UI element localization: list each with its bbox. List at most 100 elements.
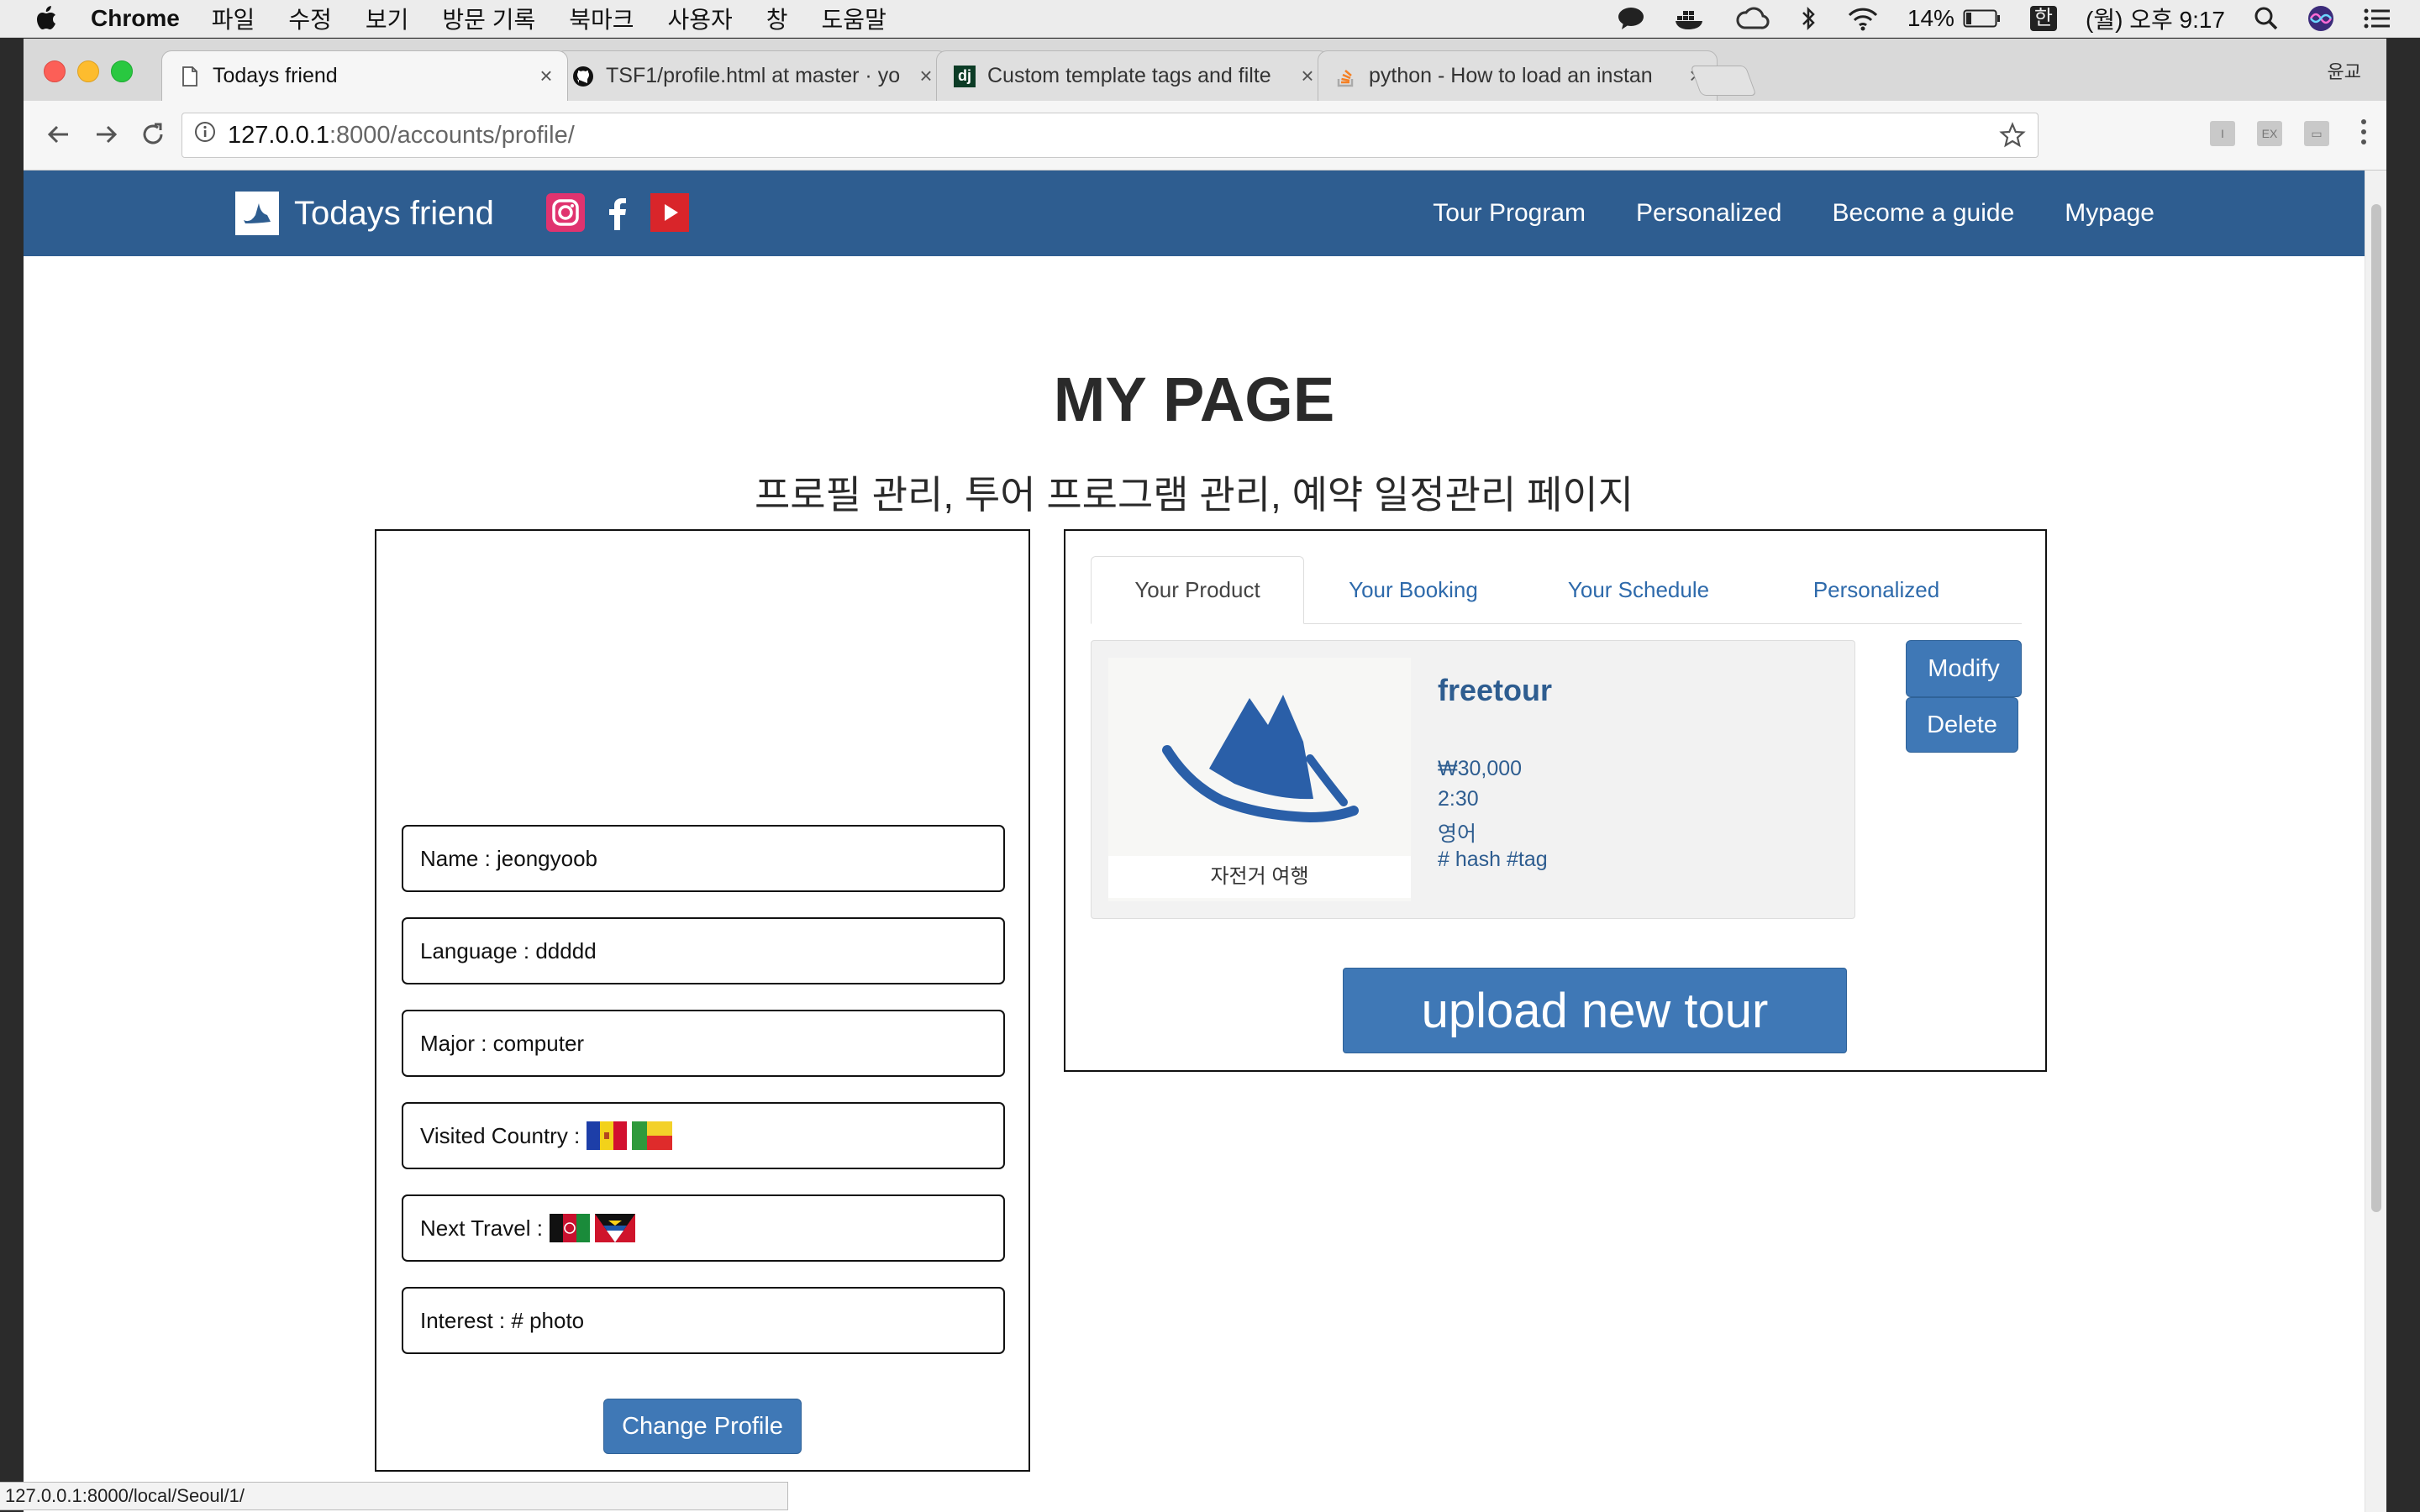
profile-next-travel-field: Next Travel : [402,1194,1005,1262]
tab-close-icon[interactable]: × [1295,63,1320,89]
macos-menubar: Chrome 파일 수정 보기 방문 기록 북마크 사용자 창 도움말 14% … [0,0,2420,38]
battery-percent[interactable]: 14% [1907,5,1954,32]
delete-button[interactable]: Delete [1906,697,2018,753]
page-scrollbar[interactable] [2365,171,2386,1512]
menu-file[interactable]: 파일 [212,2,255,35]
hat-sketch-icon [1162,695,1359,823]
page-viewport: Todays friend Tour Program Personalized … [24,171,2365,1512]
notification-center-icon[interactable] [2363,7,2391,30]
nav-personalized[interactable]: Personalized [1636,199,1781,228]
app-name-menu[interactable]: Chrome [91,5,180,32]
browser-tab-github[interactable]: TSF1/profile.html at master · yo × [555,50,948,101]
window-maximize-button[interactable] [111,60,133,82]
browser-window: Todays friend × TSF1/profile.html at mas… [24,39,2386,1512]
input-method-indicator[interactable]: 한 [2029,6,2058,31]
back-arrow-icon[interactable] [42,118,76,151]
youtube-icon[interactable] [650,193,689,232]
creative-cloud-icon[interactable] [1736,6,1770,31]
menu-edit[interactable]: 수정 [288,2,332,35]
github-icon [572,66,594,87]
upload-new-tour-button[interactable]: upload new tour [1343,968,1847,1053]
link-status-bar: 127.0.0.1:8000/local/Seoul/1/ [0,1482,788,1510]
profile-interest-text: Interest : # photo [420,1307,585,1333]
nav-become-a-guide[interactable]: Become a guide [1832,199,2014,228]
extension-icon[interactable]: EX [2257,121,2282,146]
siri-icon[interactable] [2307,5,2334,32]
afghanistan-flag [549,1214,590,1242]
django-icon: dj [954,65,976,87]
profile-interest-field: Interest : # photo [402,1287,1005,1354]
nav-tour-program[interactable]: Tour Program [1433,199,1586,228]
site-nav-links: Tour Program Personalized Become a guide… [1382,171,2154,256]
browser-tab-todays-friend[interactable]: Todays friend × [161,50,568,101]
new-tab-button[interactable] [1690,66,1757,96]
site-brand[interactable]: Todays friend [235,192,494,235]
product-tags: # hash #tag [1438,848,1548,871]
tab-title: python - How to load an instan [1369,64,1653,87]
wifi-icon[interactable] [1847,6,1879,31]
modify-button[interactable]: Modify [1906,640,2022,697]
tab-personalized[interactable]: Personalized [1754,556,1998,623]
profile-name-text: Name : jeongyoob [420,845,598,871]
instagram-icon[interactable] [546,193,585,232]
address-bar[interactable]: 127.0.0.1:8000/accounts/profile/ [182,113,2039,158]
window-close-button[interactable] [44,60,66,82]
menu-people[interactable]: 사용자 [668,2,733,35]
visited-country-label: Visited Country : [420,1122,581,1148]
product-title[interactable]: freetour [1438,673,1552,708]
menu-window[interactable]: 창 [766,2,788,35]
tab-strip: Todays friend × TSF1/profile.html at mas… [24,39,2386,101]
url-host: 127.0.0.1 [228,121,329,149]
facebook-icon[interactable] [598,193,637,232]
apple-icon[interactable] [34,4,62,33]
tab-your-booking[interactable]: Your Booking [1304,556,1523,623]
browser-tab-django[interactable]: dj Custom template tags and filte × [936,50,1329,101]
spotlight-search-icon[interactable] [2254,6,2279,31]
profile-panel: Name : jeongyoob Language : ddddd Major … [375,529,1030,1472]
tab-title: TSF1/profile.html at master · yo [606,64,901,87]
profile-name-field: Name : jeongyoob [402,825,1005,892]
tab-close-icon[interactable]: × [913,63,939,89]
menu-bookmarks[interactable]: 북마크 [569,2,634,35]
docker-icon[interactable] [1674,6,1707,31]
tab-title: Todays friend [213,64,338,87]
menubar-clock[interactable]: (월) 오후 9:17 [2086,2,2225,35]
product-duration: 2:30 [1438,787,1479,811]
brand-logo-icon [235,192,279,235]
benin-flag [632,1121,673,1150]
bookmark-star-icon[interactable] [1999,122,2026,155]
extension-icon[interactable]: I [2210,121,2235,146]
menu-help[interactable]: 도움말 [822,2,886,35]
forward-arrow-icon[interactable] [89,118,123,151]
chrome-menu-icon[interactable] [2361,119,2368,150]
tab-your-schedule[interactable]: Your Schedule [1523,556,1754,623]
change-profile-button[interactable]: Change Profile [603,1399,802,1454]
tab-close-icon[interactable]: × [534,63,559,89]
extension-icon[interactable]: ▭ [2304,121,2329,146]
page-subtitle: 프로필 관리, 투어 프로그램 관리, 예약 일정관리 페이지 [754,473,1634,517]
product-language: 영어 [1438,822,1477,846]
tab-title: Custom template tags and filte [987,64,1271,87]
product-card[interactable]: 자전거 여행 freetour ₩30,000 2:30 영어 # hash #… [1091,640,1855,919]
product-price: ₩30,000 [1438,757,1523,780]
reload-icon[interactable] [136,118,170,151]
profile-major-field: Major : computer [402,1010,1005,1077]
profile-major-text: Major : computer [420,1030,585,1056]
scrollbar-thumb[interactable] [2371,204,2381,1212]
battery-icon[interactable] [1963,8,2002,29]
bluetooth-icon[interactable] [1798,6,1818,31]
site-info-icon[interactable] [194,121,216,150]
menu-view[interactable]: 보기 [366,2,409,35]
nav-mypage[interactable]: Mypage [2065,199,2154,228]
background-editor-left [0,39,24,1512]
chat-bubble-icon[interactable] [1617,6,1645,31]
tab-your-product[interactable]: Your Product [1091,556,1304,624]
url-path: :8000/accounts/profile/ [329,121,575,149]
chrome-profile-name[interactable]: 윤교 [2328,57,2361,84]
menu-history[interactable]: 방문 기록 [442,2,535,35]
background-editor-right [2386,39,2420,1512]
page-title: MY PAGE [1053,365,1335,434]
next-travel-label: Next Travel : [420,1215,543,1241]
browser-tab-stackoverflow[interactable]: python - How to load an instan × [1318,50,1718,101]
window-minimize-button[interactable] [77,60,99,82]
